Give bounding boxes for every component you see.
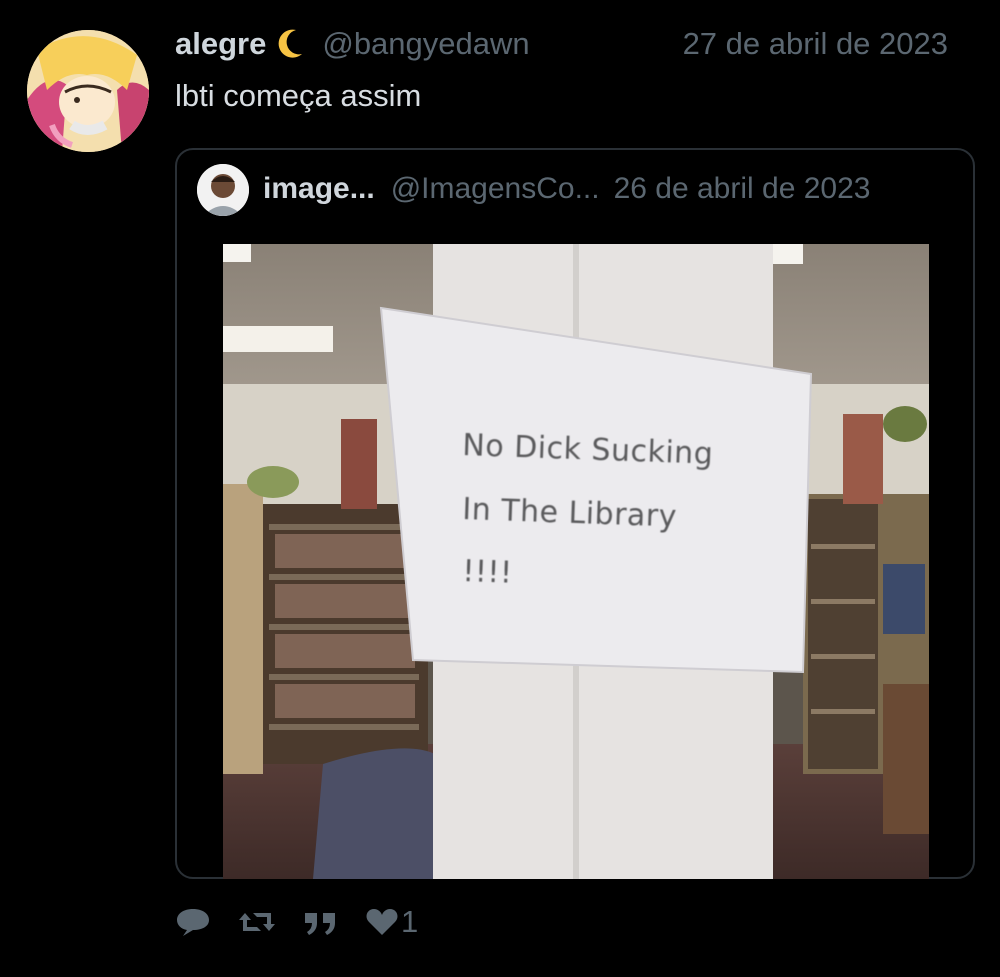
sign-line-3: !!!!: [461, 554, 514, 591]
tweet: alegre @bangyedawn 27 de abril de 2023 l…: [0, 0, 1000, 977]
author-display-name[interactable]: alegre: [175, 26, 266, 62]
quote-button[interactable]: [303, 907, 339, 937]
tweet-text: lbti começa assim: [175, 78, 422, 113]
reply-button[interactable]: [175, 906, 211, 938]
heart-icon: [365, 907, 399, 937]
quoted-tweet[interactable]: image... @ImagensCo... 26 de abril de 20…: [175, 148, 975, 879]
retweet-button[interactable]: [237, 907, 277, 937]
quoted-display-name[interactable]: image...: [263, 172, 375, 206]
retweet-icon: [237, 907, 277, 937]
quoted-tweet-header: image... @ImagensCo... 26 de abril de 20…: [263, 167, 963, 211]
quoted-date[interactable]: 26 de abril de 2023: [614, 172, 871, 206]
like-count: 1: [401, 904, 419, 939]
quoted-photo[interactable]: No Dick Sucking In The Library !!!!: [223, 244, 929, 879]
tweet-date[interactable]: 27 de abril de 2023: [683, 26, 948, 62]
author-avatar[interactable]: [27, 30, 149, 152]
like-button[interactable]: 1: [365, 904, 418, 940]
tweet-header: alegre @bangyedawn 27 de abril de 2023: [175, 22, 975, 66]
quoted-author-avatar[interactable]: [197, 164, 249, 216]
author-handle[interactable]: @bangyedawn: [322, 26, 529, 62]
quote-icon: [303, 907, 339, 937]
tweet-actions: 1: [175, 900, 444, 944]
crescent-moon-icon: [276, 28, 304, 60]
reply-icon: [175, 906, 211, 938]
sign-line-2: In The Library: [461, 492, 678, 535]
quoted-handle[interactable]: @ImagensCo...: [391, 172, 600, 206]
